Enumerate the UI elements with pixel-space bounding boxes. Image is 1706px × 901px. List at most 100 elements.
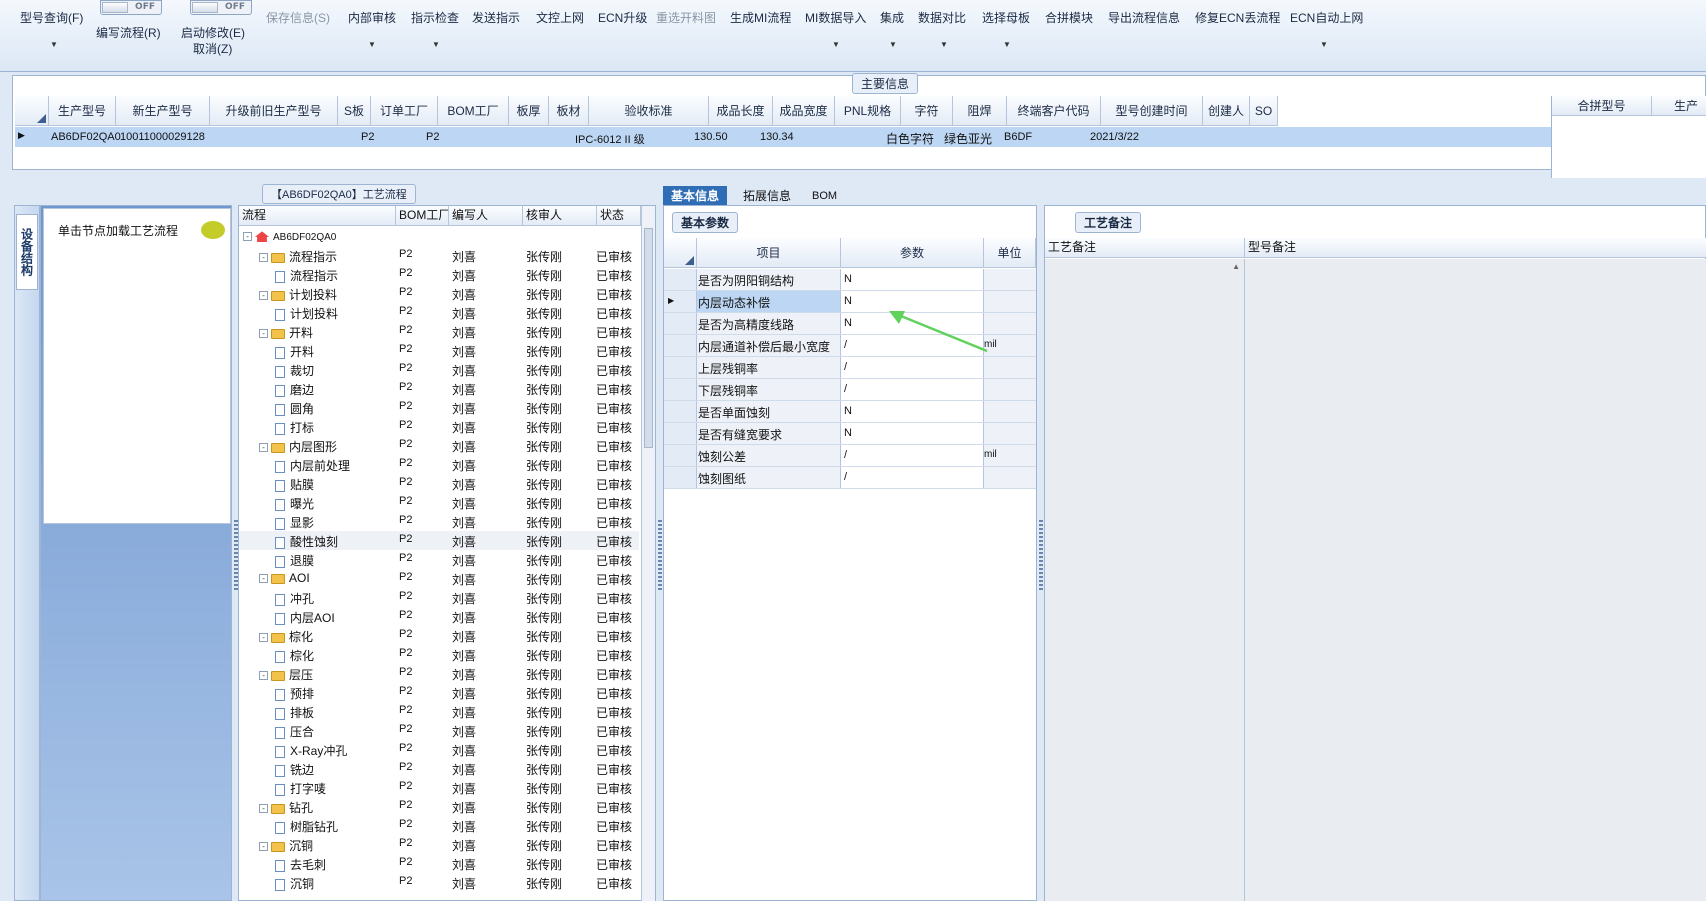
cell[interactable]: P2 [361,131,374,143]
vertical-scrollbar[interactable] [641,206,655,901]
tree-row[interactable]: 内层前处理 P2 刘喜 张传刚 已审核 [239,455,639,474]
chevron-down-icon[interactable]: ▼ [432,40,440,49]
tree-row[interactable]: 贴膜 P2 刘喜 张传刚 已审核 [239,474,639,493]
start-modify-toggle[interactable]: OFF [190,0,252,15]
param-row[interactable]: 上层残铜率 / [664,357,1036,379]
col-header[interactable]: 终端客户代码 [1007,96,1101,126]
scroll-up-icon[interactable]: ▲ [1232,262,1240,271]
param-value[interactable]: N [844,317,852,329]
internal-review-button[interactable]: 内部审核 [348,9,396,26]
cell[interactable]: 130.50 [694,131,728,143]
tree-row[interactable]: 流程指示 P2 刘喜 张传刚 已审核 [239,265,639,284]
ecn-auto-online-button[interactable]: ECN自动上网 [1290,9,1363,26]
param-value[interactable]: / [844,361,847,373]
tree-row[interactable]: - 钻孔 P2 刘喜 张传刚 已审核 [239,797,639,816]
col-header[interactable]: 字符 [901,96,953,126]
col-header[interactable]: 合拼型号 [1552,96,1652,116]
param-value[interactable]: / [844,471,847,483]
collapse-icon[interactable]: - [259,253,268,263]
repair-ecn-flow-button[interactable]: 修复ECN丢流程 [1195,9,1280,26]
col-header[interactable]: 单位 [984,238,1036,268]
tree-row[interactable]: 打字唛 P2 刘喜 张传刚 已审核 [239,778,639,797]
tree-row[interactable]: 打标 P2 刘喜 张传刚 已审核 [239,417,639,436]
cell[interactable]: P2 [426,131,439,143]
collapse-icon[interactable]: - [259,574,268,584]
tree-row[interactable]: 冲孔 P2 刘喜 张传刚 已审核 [239,588,639,607]
col-header[interactable]: 参数 [841,238,984,268]
col-header[interactable]: 流程 [239,206,396,226]
col-header[interactable]: 板厚 [509,96,549,126]
collapse-icon[interactable]: - [243,232,252,242]
collapse-icon[interactable]: - [259,671,268,681]
tree-row[interactable]: 排板 P2 刘喜 张传刚 已审核 [239,702,639,721]
cell[interactable]: IPC-6012 II 级 [575,131,645,147]
reselect-cutting-diagram-button[interactable]: 重选开料图 [656,9,716,26]
col-header[interactable]: 验收标准 [589,96,709,126]
tree-row[interactable]: X-Ray冲孔 P2 刘喜 张传刚 已审核 [239,740,639,759]
ecn-upgrade-button[interactable]: ECN升级 [598,9,647,26]
tree-row[interactable]: 退膜 P2 刘喜 张传刚 已审核 [239,550,639,569]
col-header[interactable]: 编写人 [449,206,523,226]
col-header[interactable]: 生产 [1652,96,1706,116]
col-header[interactable]: 成品宽度 [773,96,835,126]
export-flow-info-button[interactable]: 导出流程信息 [1108,9,1180,26]
col-header[interactable]: BOM工厂 [396,206,449,226]
model-query-button[interactable]: 型号查询(F) [20,9,83,26]
param-value[interactable]: / [844,383,847,395]
col-header[interactable]: 核审人 [523,206,597,226]
tree-row[interactable]: 去毛刺 P2 刘喜 张传刚 已审核 [239,854,639,873]
param-value[interactable]: N [844,295,852,307]
col-header[interactable]: 新生产型号 [116,96,210,126]
param-row[interactable]: 是否为高精度线路 N [664,313,1036,335]
tree-row[interactable]: 磨边 P2 刘喜 张传刚 已审核 [239,379,639,398]
tree-row[interactable]: 曝光 P2 刘喜 张传刚 已审核 [239,493,639,512]
param-row[interactable]: 是否为阴阳铜结构 N [664,269,1036,291]
tree-root[interactable]: - AB6DF02QA0 [239,227,639,246]
param-row[interactable]: 蚀刻公差 / mil [664,445,1036,467]
cell[interactable]: 130.34 [760,131,794,143]
collapse-icon[interactable]: - [259,804,268,814]
chevron-down-icon[interactable]: ▼ [1003,40,1011,49]
col-header[interactable]: 订单工厂 [371,96,438,126]
tree-row[interactable]: 压合 P2 刘喜 张传刚 已审核 [239,721,639,740]
tree-row[interactable]: 裁切 P2 刘喜 张传刚 已审核 [239,360,639,379]
data-compare-button[interactable]: 数据对比 [918,9,966,26]
integrate-button[interactable]: 集成 [880,9,904,26]
tab-basic-info[interactable]: 基本信息 [663,186,728,206]
col-header[interactable]: PNL规格 [835,96,901,126]
tree-row[interactable]: - 内层图形 P2 刘喜 张传刚 已审核 [239,436,639,455]
tree-row[interactable]: - 沉铜 P2 刘喜 张传刚 已审核 [239,835,639,854]
col-header[interactable]: 创建人 [1203,96,1250,126]
tree-row[interactable]: - 层压 P2 刘喜 张传刚 已审核 [239,664,639,683]
col-header[interactable]: 状态 [597,206,641,226]
col-header[interactable]: 升级前旧生产型号 [210,96,338,126]
merge-module-button[interactable]: 合拼模块 [1045,9,1093,26]
tree-row[interactable]: 开料 P2 刘喜 张传刚 已审核 [239,341,639,360]
param-value[interactable]: / [844,339,847,351]
equipment-structure-tab[interactable]: 设备结构 [16,214,38,290]
col-header[interactable]: 板材 [549,96,589,126]
cell[interactable]: 10011000029128 [120,131,205,143]
send-instruction-button[interactable]: 发送指示 [472,9,520,26]
tree-row[interactable]: 计划投料 P2 刘喜 张传刚 已审核 [239,303,639,322]
mi-data-import-button[interactable]: MI数据导入 [805,9,866,26]
save-info-button[interactable]: 保存信息(S) [266,9,330,26]
scrollbar-thumb[interactable] [644,228,653,448]
generate-mi-flow-button[interactable]: 生成MI流程 [730,9,791,26]
chevron-down-icon[interactable]: ▼ [50,40,58,49]
param-value[interactable]: N [844,273,852,285]
cell[interactable]: 白色字符 [886,130,934,147]
param-value[interactable]: / [844,449,847,461]
chevron-down-icon[interactable]: ▼ [368,40,376,49]
tree-row[interactable]: 铣边 P2 刘喜 张传刚 已审核 [239,759,639,778]
tab-bom[interactable]: BOM [804,186,845,206]
param-row[interactable]: ▶ 内层动态补偿 N [664,291,1036,313]
instruction-check-button[interactable]: 指示检查 [411,9,459,26]
cell[interactable]: 绿色亚光 [944,130,992,147]
chevron-down-icon[interactable]: ▼ [889,40,897,49]
collapse-icon[interactable]: - [259,842,268,852]
param-row[interactable]: 内层通道补偿后最小宽度 / mil [664,335,1036,357]
splitter-handle[interactable] [1039,520,1043,590]
tab-extended-info[interactable]: 拓展信息 [735,186,799,206]
splitter-handle[interactable] [658,520,662,590]
